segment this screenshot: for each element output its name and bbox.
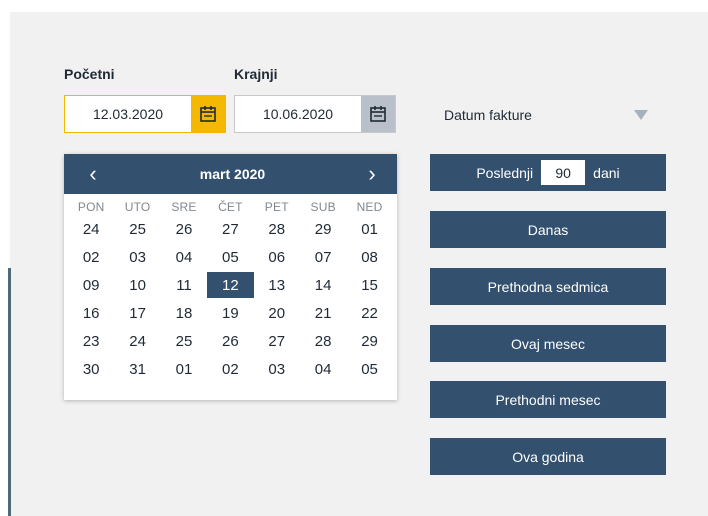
calendar-day[interactable]: 05	[346, 356, 392, 382]
end-date-field[interactable]: 10.06.2020	[234, 95, 396, 133]
date-type-value: Datum fakture	[444, 107, 532, 123]
calendar-day[interactable]: 08	[346, 244, 392, 270]
calendar-popup: ‹ mart 2020 › PON UTO SRE ČET PET SUB NE…	[64, 154, 397, 400]
today-button[interactable]: Danas	[430, 211, 666, 248]
calendar-day[interactable]: 29	[300, 216, 346, 242]
calendar-day[interactable]: 27	[254, 328, 300, 354]
next-month-icon[interactable]: ›	[361, 163, 383, 185]
last-n-days-button[interactable]: Poslednji 90 dani	[430, 154, 666, 191]
days-count-input[interactable]: 90	[541, 160, 586, 185]
calendar-day[interactable]: 10	[114, 272, 160, 298]
last-days-prefix: Poslednji	[476, 164, 534, 181]
calendar-day[interactable]: 01	[346, 216, 392, 242]
calendar-day[interactable]: 15	[346, 272, 392, 298]
calendar-day[interactable]: 04	[300, 356, 346, 382]
weekday-label: PET	[264, 200, 289, 214]
calendar-day[interactable]: 07	[300, 244, 346, 270]
calendar-day[interactable]: 26	[207, 328, 253, 354]
calendar-month-title: mart 2020	[199, 166, 266, 182]
date-type-dropdown[interactable]: Datum fakture	[430, 96, 666, 134]
calendar-day[interactable]: 28	[300, 328, 346, 354]
calendar-day[interactable]: 05	[207, 244, 253, 270]
start-calendar-button[interactable]	[191, 96, 225, 132]
previous-month-button[interactable]: Prethodni mesec	[430, 381, 666, 418]
calendar-week-row: 24 25 26 27 28 29 01	[64, 216, 397, 242]
end-date-label: Krajnji	[234, 66, 278, 82]
calendar-week-row: 02 03 04 05 06 07 08	[64, 244, 397, 270]
calendar-icon	[200, 106, 216, 122]
calendar-header: ‹ mart 2020 ›	[64, 154, 397, 194]
calendar-day[interactable]: 03	[254, 356, 300, 382]
end-calendar-button[interactable]	[361, 96, 395, 132]
calendar-day[interactable]: 11	[161, 272, 207, 298]
calendar-day[interactable]: 27	[207, 216, 253, 242]
calendar-week-row: 16 17 18 19 20 21 22	[64, 300, 397, 326]
last-days-suffix: dani	[593, 164, 620, 181]
calendar-day[interactable]: 31	[114, 356, 160, 382]
calendar-day[interactable]: 30	[68, 356, 114, 382]
calendar-week-row: 09 10 11 12 13 14 15	[64, 272, 397, 298]
calendar-day[interactable]: 25	[161, 328, 207, 354]
calendar-day[interactable]: 03	[114, 244, 160, 270]
calendar-day[interactable]: 28	[254, 216, 300, 242]
prev-month-icon[interactable]: ‹	[82, 163, 104, 185]
calendar-day[interactable]: 29	[346, 328, 392, 354]
calendar-icon	[370, 106, 386, 122]
calendar-day[interactable]: 19	[207, 300, 253, 326]
calendar-day[interactable]: 06	[254, 244, 300, 270]
calendar-day[interactable]: 17	[114, 300, 160, 326]
calendar-day-selected[interactable]: 12	[207, 272, 254, 298]
calendar-day[interactable]: 22	[346, 300, 392, 326]
calendar-day[interactable]: 24	[68, 216, 114, 242]
calendar-day[interactable]: 02	[68, 244, 114, 270]
end-date-value[interactable]: 10.06.2020	[235, 96, 361, 132]
calendar-day[interactable]: 13	[254, 272, 300, 298]
calendar-day[interactable]: 20	[254, 300, 300, 326]
weekday-label: SUB	[310, 200, 336, 214]
previous-week-button[interactable]: Prethodna sedmica	[430, 268, 666, 305]
this-month-button[interactable]: Ovaj mesec	[430, 325, 666, 362]
start-date-field[interactable]: 12.03.2020	[64, 95, 226, 133]
calendar-week-row: 30 31 01 02 03 04 05	[64, 356, 397, 382]
calendar-day[interactable]: 04	[161, 244, 207, 270]
start-date-label: Početni	[64, 66, 115, 82]
calendar-day[interactable]: 25	[114, 216, 160, 242]
chevron-down-icon	[634, 110, 648, 120]
calendar-day[interactable]: 14	[300, 272, 346, 298]
calendar-day[interactable]: 16	[68, 300, 114, 326]
weekday-label: SRE	[171, 200, 197, 214]
calendar-day[interactable]: 23	[68, 328, 114, 354]
calendar-week-row: 23 24 25 26 27 28 29	[64, 328, 397, 354]
calendar-day[interactable]: 18	[161, 300, 207, 326]
calendar-day[interactable]: 26	[161, 216, 207, 242]
weekday-header-row: PON UTO SRE ČET PET SUB NED	[64, 200, 397, 214]
calendar-day[interactable]: 01	[161, 356, 207, 382]
this-year-button[interactable]: Ova godina	[430, 438, 666, 475]
start-date-value[interactable]: 12.03.2020	[65, 96, 191, 132]
weekday-label: NED	[356, 200, 383, 214]
calendar-day[interactable]: 21	[300, 300, 346, 326]
calendar-day[interactable]: 09	[68, 272, 114, 298]
calendar-day[interactable]: 02	[207, 356, 253, 382]
calendar-day[interactable]: 24	[114, 328, 160, 354]
panel-edge-divider	[8, 268, 11, 516]
weekday-label: PON	[77, 200, 105, 214]
weekday-label: UTO	[124, 200, 151, 214]
weekday-label: ČET	[218, 200, 243, 214]
